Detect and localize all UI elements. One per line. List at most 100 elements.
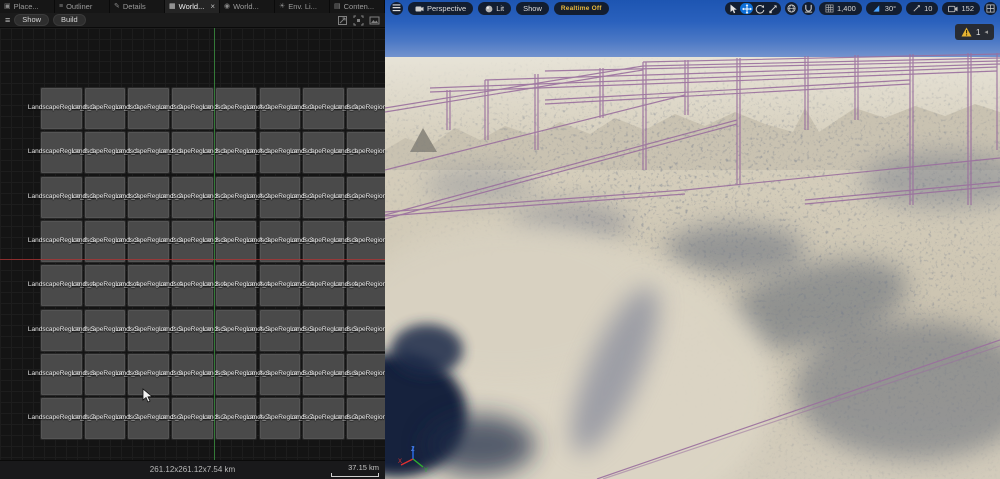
landscape-region-tile[interactable] bbox=[127, 308, 170, 352]
landscape-region-tile[interactable] bbox=[40, 352, 83, 396]
landscape-region-tile[interactable] bbox=[171, 352, 214, 396]
landscape-region-tile[interactable] bbox=[258, 131, 302, 175]
svg-text:Z: Z bbox=[411, 447, 415, 453]
landscape-region-tile[interactable] bbox=[258, 175, 302, 219]
landscape-region-tile[interactable] bbox=[214, 308, 258, 352]
coordinate-space-toggle[interactable] bbox=[785, 2, 799, 15]
landscape-region-tile[interactable] bbox=[302, 308, 345, 352]
landscape-region-tile[interactable] bbox=[345, 308, 385, 352]
select-cursor-icon bbox=[730, 4, 737, 13]
landscape-region-tile[interactable] bbox=[127, 219, 170, 264]
landscape-region-tile[interactable] bbox=[40, 87, 83, 131]
landscape-region-tile[interactable] bbox=[214, 175, 258, 219]
landscape-region-tile[interactable] bbox=[40, 131, 83, 175]
landscape-region-tile[interactable] bbox=[302, 264, 345, 308]
warning-icon bbox=[961, 27, 972, 37]
landscape-region-tile[interactable] bbox=[345, 264, 385, 308]
landscape-region-tile[interactable] bbox=[40, 175, 83, 219]
landscape-region-tile[interactable] bbox=[127, 131, 170, 175]
landscape-region-tile[interactable] bbox=[83, 352, 127, 396]
landscape-region-tile[interactable] bbox=[171, 87, 214, 131]
axis-gizmo: Z X Y bbox=[398, 446, 428, 473]
landscape-region-tile[interactable] bbox=[302, 219, 345, 264]
warning-count: 1 bbox=[976, 27, 981, 37]
landscape-region-tile[interactable] bbox=[302, 131, 345, 175]
landscape-region-tile[interactable] bbox=[83, 264, 127, 308]
landscape-region-tile[interactable] bbox=[127, 264, 170, 308]
rotation-snap-control[interactable]: 30° bbox=[865, 2, 903, 15]
perspective-label: Perspective bbox=[427, 4, 467, 13]
landscape-region-tile[interactable] bbox=[40, 264, 83, 308]
landscape-region-tile[interactable] bbox=[345, 352, 385, 396]
landscape-region-tile[interactable] bbox=[40, 308, 83, 352]
world-space-icon bbox=[787, 4, 796, 13]
landscape-region-tile[interactable] bbox=[83, 308, 127, 352]
landscape-region-tile[interactable] bbox=[214, 87, 258, 131]
view-mode-selector[interactable]: Lit bbox=[478, 2, 512, 15]
camera-speed-value: 152 bbox=[961, 4, 974, 13]
camera-icon bbox=[415, 6, 424, 11]
landscape-region-tile[interactable] bbox=[171, 264, 214, 308]
landscape-region-tile[interactable] bbox=[258, 397, 302, 441]
scale-ruler-label: 37.15 km bbox=[348, 463, 379, 472]
landscape-region-tile[interactable] bbox=[345, 397, 385, 441]
landscape-region-tile[interactable] bbox=[83, 175, 127, 219]
minimap-scale-ruler: 37.15 km bbox=[331, 463, 379, 477]
grid-snap-control[interactable]: 1,400 bbox=[819, 2, 862, 15]
camera-speed-control[interactable]: 152 bbox=[942, 2, 980, 15]
landscape-region-tile[interactable] bbox=[171, 219, 214, 264]
landscape-region-tile[interactable] bbox=[214, 352, 258, 396]
landscape-region-tile[interactable] bbox=[171, 175, 214, 219]
scale-snap-control[interactable]: 10 bbox=[906, 2, 939, 15]
landscape-region-tile[interactable] bbox=[83, 131, 127, 175]
landscape-region-tile[interactable] bbox=[214, 397, 258, 441]
landscape-region-tile[interactable] bbox=[214, 264, 258, 308]
move-tool[interactable] bbox=[740, 3, 754, 14]
landscape-region-tile[interactable] bbox=[83, 397, 127, 441]
landscape-region-tile[interactable] bbox=[171, 131, 214, 175]
world-partition-panel: ▣ Place... ≡ Outliner ✎ Details ▦ World... × ◉ Wor… bbox=[0, 0, 385, 479]
perspective-selector[interactable]: Perspective bbox=[408, 2, 474, 15]
landscape-region-tile[interactable] bbox=[83, 219, 127, 264]
landscape-region-tile[interactable] bbox=[345, 219, 385, 264]
landscape-region-tile[interactable] bbox=[258, 87, 302, 131]
landscape-region-tile[interactable] bbox=[127, 87, 170, 131]
viewport-menu-icon[interactable]: ≡ bbox=[390, 0, 403, 17]
show-label: Show bbox=[523, 4, 542, 13]
landscape-region-tile[interactable] bbox=[40, 219, 83, 264]
landscape-region-tile[interactable] bbox=[345, 131, 385, 175]
layout-grid-icon bbox=[986, 4, 995, 13]
unreal-editor-window: ▣ Place... ≡ Outliner ✎ Details ▦ World... × ◉ Wor… bbox=[0, 0, 1000, 479]
landscape-region-tile[interactable] bbox=[83, 87, 127, 131]
viewport-layout-button[interactable] bbox=[984, 2, 997, 15]
landscape-region-tile[interactable] bbox=[171, 397, 214, 441]
landscape-region-tile[interactable] bbox=[214, 219, 258, 264]
landscape-region-tile[interactable] bbox=[302, 175, 345, 219]
grid-snap-icon bbox=[825, 4, 834, 13]
landscape-region-tile[interactable] bbox=[345, 175, 385, 219]
landscape-region-tile[interactable] bbox=[258, 308, 302, 352]
scale-ruler-line bbox=[331, 473, 379, 477]
landscape-region-tile[interactable] bbox=[258, 219, 302, 264]
landscape-region-tile[interactable] bbox=[214, 131, 258, 175]
landscape-region-tile[interactable] bbox=[302, 352, 345, 396]
collapse-arrow-icon[interactable]: ◂ bbox=[984, 28, 988, 36]
select-tool[interactable] bbox=[727, 3, 740, 14]
scale-snap-value: 10 bbox=[924, 4, 933, 13]
landscape-region-tile[interactable] bbox=[40, 397, 83, 441]
surface-snapping-toggle[interactable] bbox=[802, 2, 816, 15]
landscape-region-tile[interactable] bbox=[345, 87, 385, 131]
landscape-region-tile[interactable] bbox=[302, 397, 345, 441]
landscape-region-tile[interactable] bbox=[258, 264, 302, 308]
viewport-warnings-badge[interactable]: 1 ◂ bbox=[955, 24, 994, 40]
rotate-tool[interactable] bbox=[753, 3, 766, 14]
landscape-region-tile[interactable] bbox=[127, 175, 170, 219]
show-flags-menu[interactable]: Show bbox=[516, 2, 549, 15]
landscape-region-tile[interactable] bbox=[302, 87, 345, 131]
landscape-region-tile[interactable] bbox=[258, 352, 302, 396]
world-origin-x-axis-line bbox=[0, 259, 385, 260]
realtime-toggle[interactable]: Realtime Off bbox=[553, 2, 609, 15]
scale-tool[interactable] bbox=[766, 3, 779, 14]
landscape-region-tile[interactable] bbox=[171, 308, 214, 352]
3d-viewport[interactable]: ≡ Perspective Lit Show Realtime Off 1,40… bbox=[385, 0, 1000, 479]
